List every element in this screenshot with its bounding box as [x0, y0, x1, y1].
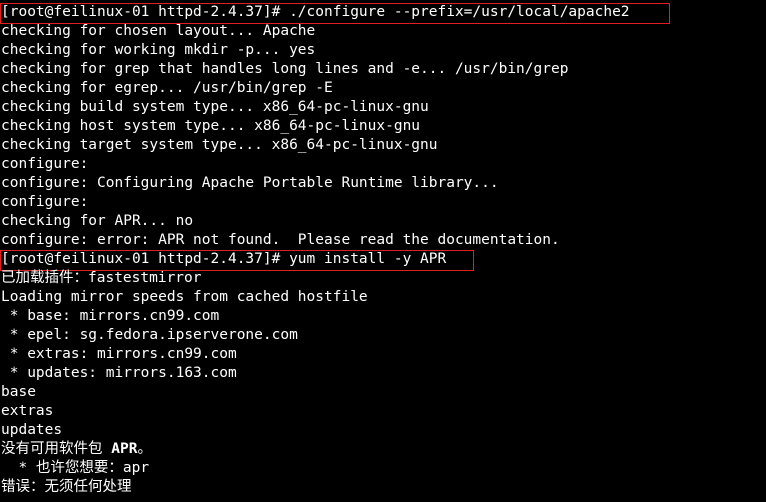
terminal-line-no-package: 没有可用软件包 APR。	[1, 440, 152, 459]
terminal-line: updates	[1, 422, 63, 438]
terminal-line: base	[1, 384, 36, 400]
terminal-line: checking target system type... x86_64-pc…	[1, 137, 438, 153]
package-name-bold: APR	[111, 441, 138, 457]
terminal-line: extras	[1, 403, 54, 419]
terminal-window[interactable]: [root@feilinux-01 httpd-2.4.37]# ./confi…	[0, 0, 766, 502]
terminal-line: configure:	[1, 194, 89, 210]
terminal-line: checking host system type... x86_64-pc-l…	[1, 118, 421, 134]
terminal-line-error: configure: error: APR not found. Please …	[1, 232, 560, 248]
terminal-line: configure:	[1, 156, 89, 172]
terminal-line: checking for chosen layout... Apache	[1, 23, 316, 39]
terminal-line: checking for grep that handles long line…	[1, 61, 569, 77]
terminal-line: checking for egrep... /usr/bin/grep -E	[1, 80, 333, 96]
no-package-period: 。	[137, 441, 152, 457]
terminal-line: configure: Configuring Apache Portable R…	[1, 175, 499, 191]
terminal-line: checking for working mkdir -p... yes	[1, 42, 316, 58]
terminal-line: * epel: sg.fedora.ipserverone.com	[1, 327, 298, 343]
terminal-line: Loading mirror speeds from cached hostfi…	[1, 289, 368, 305]
terminal-line: * extras: mirrors.cn99.com	[1, 346, 237, 362]
terminal-line: * updates: mirrors.163.com	[1, 365, 237, 381]
terminal-line: checking for APR... no	[1, 213, 194, 229]
terminal-line: checking build system type... x86_64-pc-…	[1, 99, 429, 115]
terminal-line: * base: mirrors.cn99.com	[1, 308, 220, 324]
terminal-line-final-error: 错误：无须任何处理	[1, 479, 132, 495]
terminal-line: * 也许您想要：apr	[1, 460, 150, 476]
terminal-line-prompt-yum: [root@feilinux-01 httpd-2.4.37]# yum ins…	[1, 251, 447, 267]
terminal-line-prompt-configure: [root@feilinux-01 httpd-2.4.37]# ./confi…	[1, 4, 630, 20]
no-package-text: 没有可用软件包	[1, 441, 112, 457]
terminal-line: 已加载插件：fastestmirror	[1, 270, 202, 286]
